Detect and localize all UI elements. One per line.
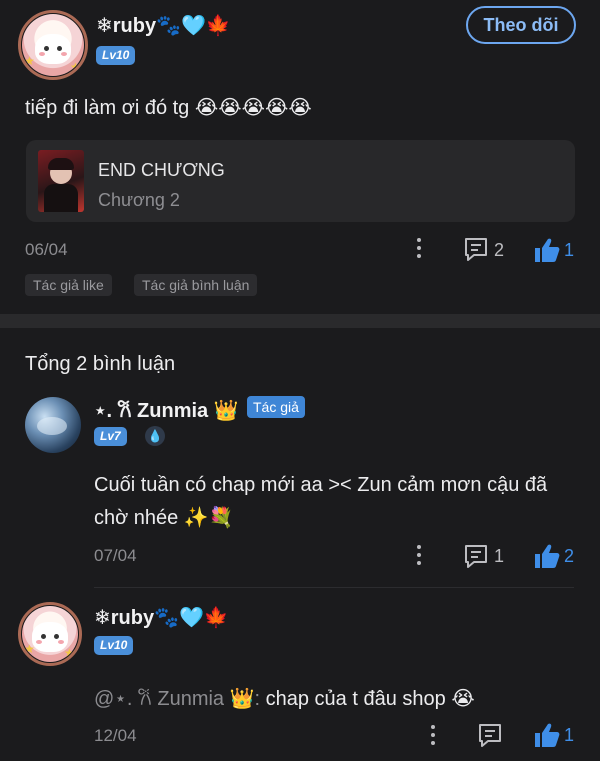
more-dots-icon[interactable] <box>417 545 421 569</box>
comment-date: 12/04 <box>94 726 137 745</box>
username[interactable]: ❄ruby🐾🩵🍁 <box>96 13 231 38</box>
comment-content-line2: chờ nhée ✨💐 <box>94 507 234 529</box>
reply-line: @⋆. 𐙚 Zunmia 👑: chap của t đâu shop 😭 <box>94 684 475 711</box>
like-count: 1 <box>564 240 575 260</box>
more-dots-icon[interactable] <box>417 238 421 262</box>
section-divider <box>0 314 600 328</box>
comment-icon[interactable] <box>463 236 489 262</box>
thumbs-up-icon[interactable] <box>533 721 561 749</box>
tag-author-commented: Tác giả bình luận <box>134 274 258 296</box>
avatar-frame <box>18 602 82 666</box>
level-badge: Lv7 <box>94 427 127 446</box>
comments-header: Tổng 2 bình luận <box>25 353 176 375</box>
level-badge: Lv10 <box>94 636 134 655</box>
level-badge: Lv10 <box>96 46 136 65</box>
username[interactable]: ⋆. 𐙚 Zunmia 👑 <box>94 396 239 423</box>
like-count: 2 <box>564 546 575 566</box>
comment-content: Cuối tuần có chap mới aa >< Zun cảm mơn … <box>94 474 548 496</box>
avatar-frame <box>18 10 88 80</box>
reply-mention[interactable]: @⋆. 𐙚 Zunmia 👑: <box>94 688 260 710</box>
story-title: END CHƯƠNG <box>98 160 225 180</box>
story-card[interactable]: END CHƯƠNG Chương 2 <box>26 140 575 222</box>
post-date: 06/04 <box>25 240 68 259</box>
username[interactable]: ❄ruby🐾🩵🍁 <box>94 605 229 630</box>
more-dots-icon[interactable] <box>431 725 435 749</box>
story-chapter: Chương 2 <box>98 190 180 210</box>
follow-button[interactable]: Theo dõi <box>466 6 576 44</box>
comment-count: 1 <box>494 546 505 566</box>
comment-count: 2 <box>494 240 505 260</box>
comment-divider <box>94 587 574 588</box>
avatar[interactable] <box>25 397 81 453</box>
author-badge: Tác giả <box>247 396 305 418</box>
like-count: 1 <box>564 725 575 745</box>
comment-icon[interactable] <box>477 722 503 748</box>
comment-date: 07/04 <box>94 546 137 565</box>
comment-content: chap của t đâu shop 😭 <box>265 688 475 710</box>
post-content: tiếp đi làm ơi đó tg 😭😭😭😭😭 <box>25 97 312 119</box>
story-cover <box>38 150 84 212</box>
thumbs-up-icon[interactable] <box>533 236 561 264</box>
tag-author-liked: Tác giả like <box>25 274 112 296</box>
drop-icon: 💧 <box>145 426 165 446</box>
thumbs-up-icon[interactable] <box>533 542 561 570</box>
comment-icon[interactable] <box>463 543 489 569</box>
